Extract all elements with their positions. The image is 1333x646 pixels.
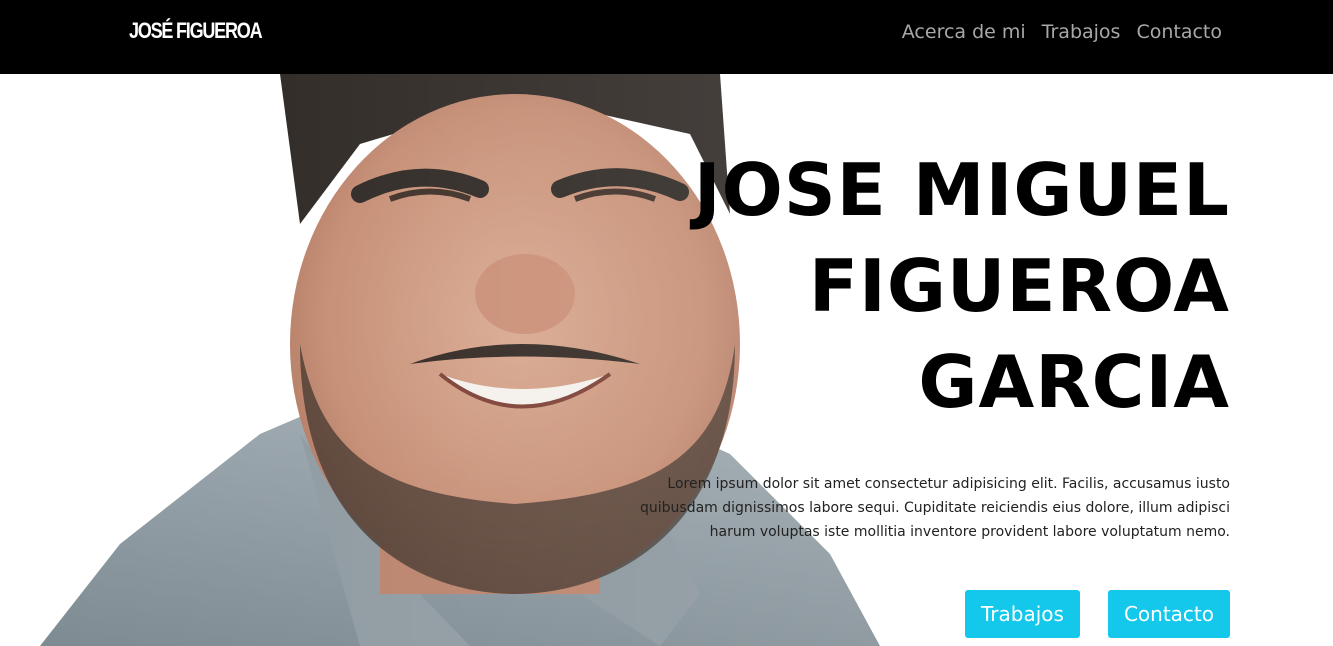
hero-title-block: JOSE MIGUEL FIGUEROA GARCIA (694, 142, 1230, 430)
top-navbar: JOSÉ FIGUEROA Acerca de mi Trabajos Cont… (0, 0, 1333, 74)
hero-description: Lorem ipsum dolor sit amet consectetur a… (640, 476, 1230, 540)
nav-link-trabajos[interactable]: Trabajos (1042, 20, 1121, 44)
hero-title-line-2: FIGUEROA (808, 244, 1230, 328)
nav-links: Acerca de mi Trabajos Contacto (902, 20, 1222, 44)
hero-title: JOSE MIGUEL FIGUEROA GARCIA (694, 142, 1230, 430)
brand-logo[interactable]: JOSÉ FIGUEROA (129, 18, 263, 44)
hero-buttons: Trabajos Contacto (965, 590, 1230, 638)
hero-section: JOSE MIGUEL FIGUEROA GARCIA Lorem ipsum … (0, 74, 1333, 646)
hero-title-line-3: GARCIA (918, 340, 1230, 424)
nav-link-acerca[interactable]: Acerca de mi (902, 20, 1026, 44)
trabajos-button[interactable]: Trabajos (965, 590, 1080, 638)
nav-link-contacto[interactable]: Contacto (1136, 20, 1222, 44)
contacto-button[interactable]: Contacto (1107, 590, 1230, 638)
hero-title-line-1: JOSE MIGUEL (693, 148, 1230, 232)
